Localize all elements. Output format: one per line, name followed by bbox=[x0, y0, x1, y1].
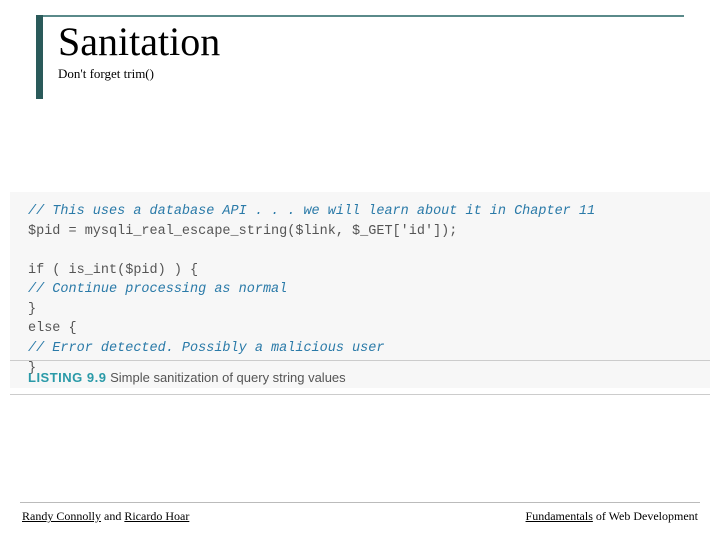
slide-subtitle: Don't forget trim() bbox=[58, 66, 154, 82]
author-2: Ricardo Hoar bbox=[124, 509, 189, 523]
footer-divider bbox=[20, 502, 700, 503]
book-word-1: Fundamentals bbox=[526, 509, 593, 523]
code-listing: // This uses a database API . . . we wil… bbox=[10, 192, 710, 388]
code-line-6: } bbox=[28, 300, 692, 320]
listing-label: LISTING 9.9 bbox=[28, 370, 106, 385]
code-line-7: else { bbox=[28, 319, 692, 339]
footer-book: Fundamentals of Web Development bbox=[526, 509, 698, 524]
listing-caption: LISTING 9.9 Simple sanitization of query… bbox=[28, 370, 346, 385]
author-1: Randy Connolly bbox=[22, 509, 101, 523]
listing-text: Simple sanitization of query string valu… bbox=[110, 370, 346, 385]
slide-title: Sanitation bbox=[58, 18, 220, 65]
header-accent-bar bbox=[36, 15, 43, 99]
listing-divider-top bbox=[10, 360, 710, 361]
footer-authors: Randy Connolly and Ricardo Hoar bbox=[22, 509, 189, 524]
author-and: and bbox=[101, 509, 124, 523]
book-rest: of Web Development bbox=[593, 509, 698, 523]
code-line-2: $pid = mysqli_real_escape_string($link, … bbox=[28, 222, 692, 242]
code-comment-1: // This uses a database API . . . we wil… bbox=[28, 202, 692, 222]
code-blank bbox=[28, 241, 692, 261]
code-line-4: if ( is_int($pid) ) { bbox=[28, 261, 692, 281]
header-rule bbox=[36, 15, 684, 17]
code-comment-3: // Error detected. Possibly a malicious … bbox=[28, 339, 692, 359]
listing-divider-bottom bbox=[10, 394, 710, 395]
code-comment-2: // Continue processing as normal bbox=[28, 280, 692, 300]
